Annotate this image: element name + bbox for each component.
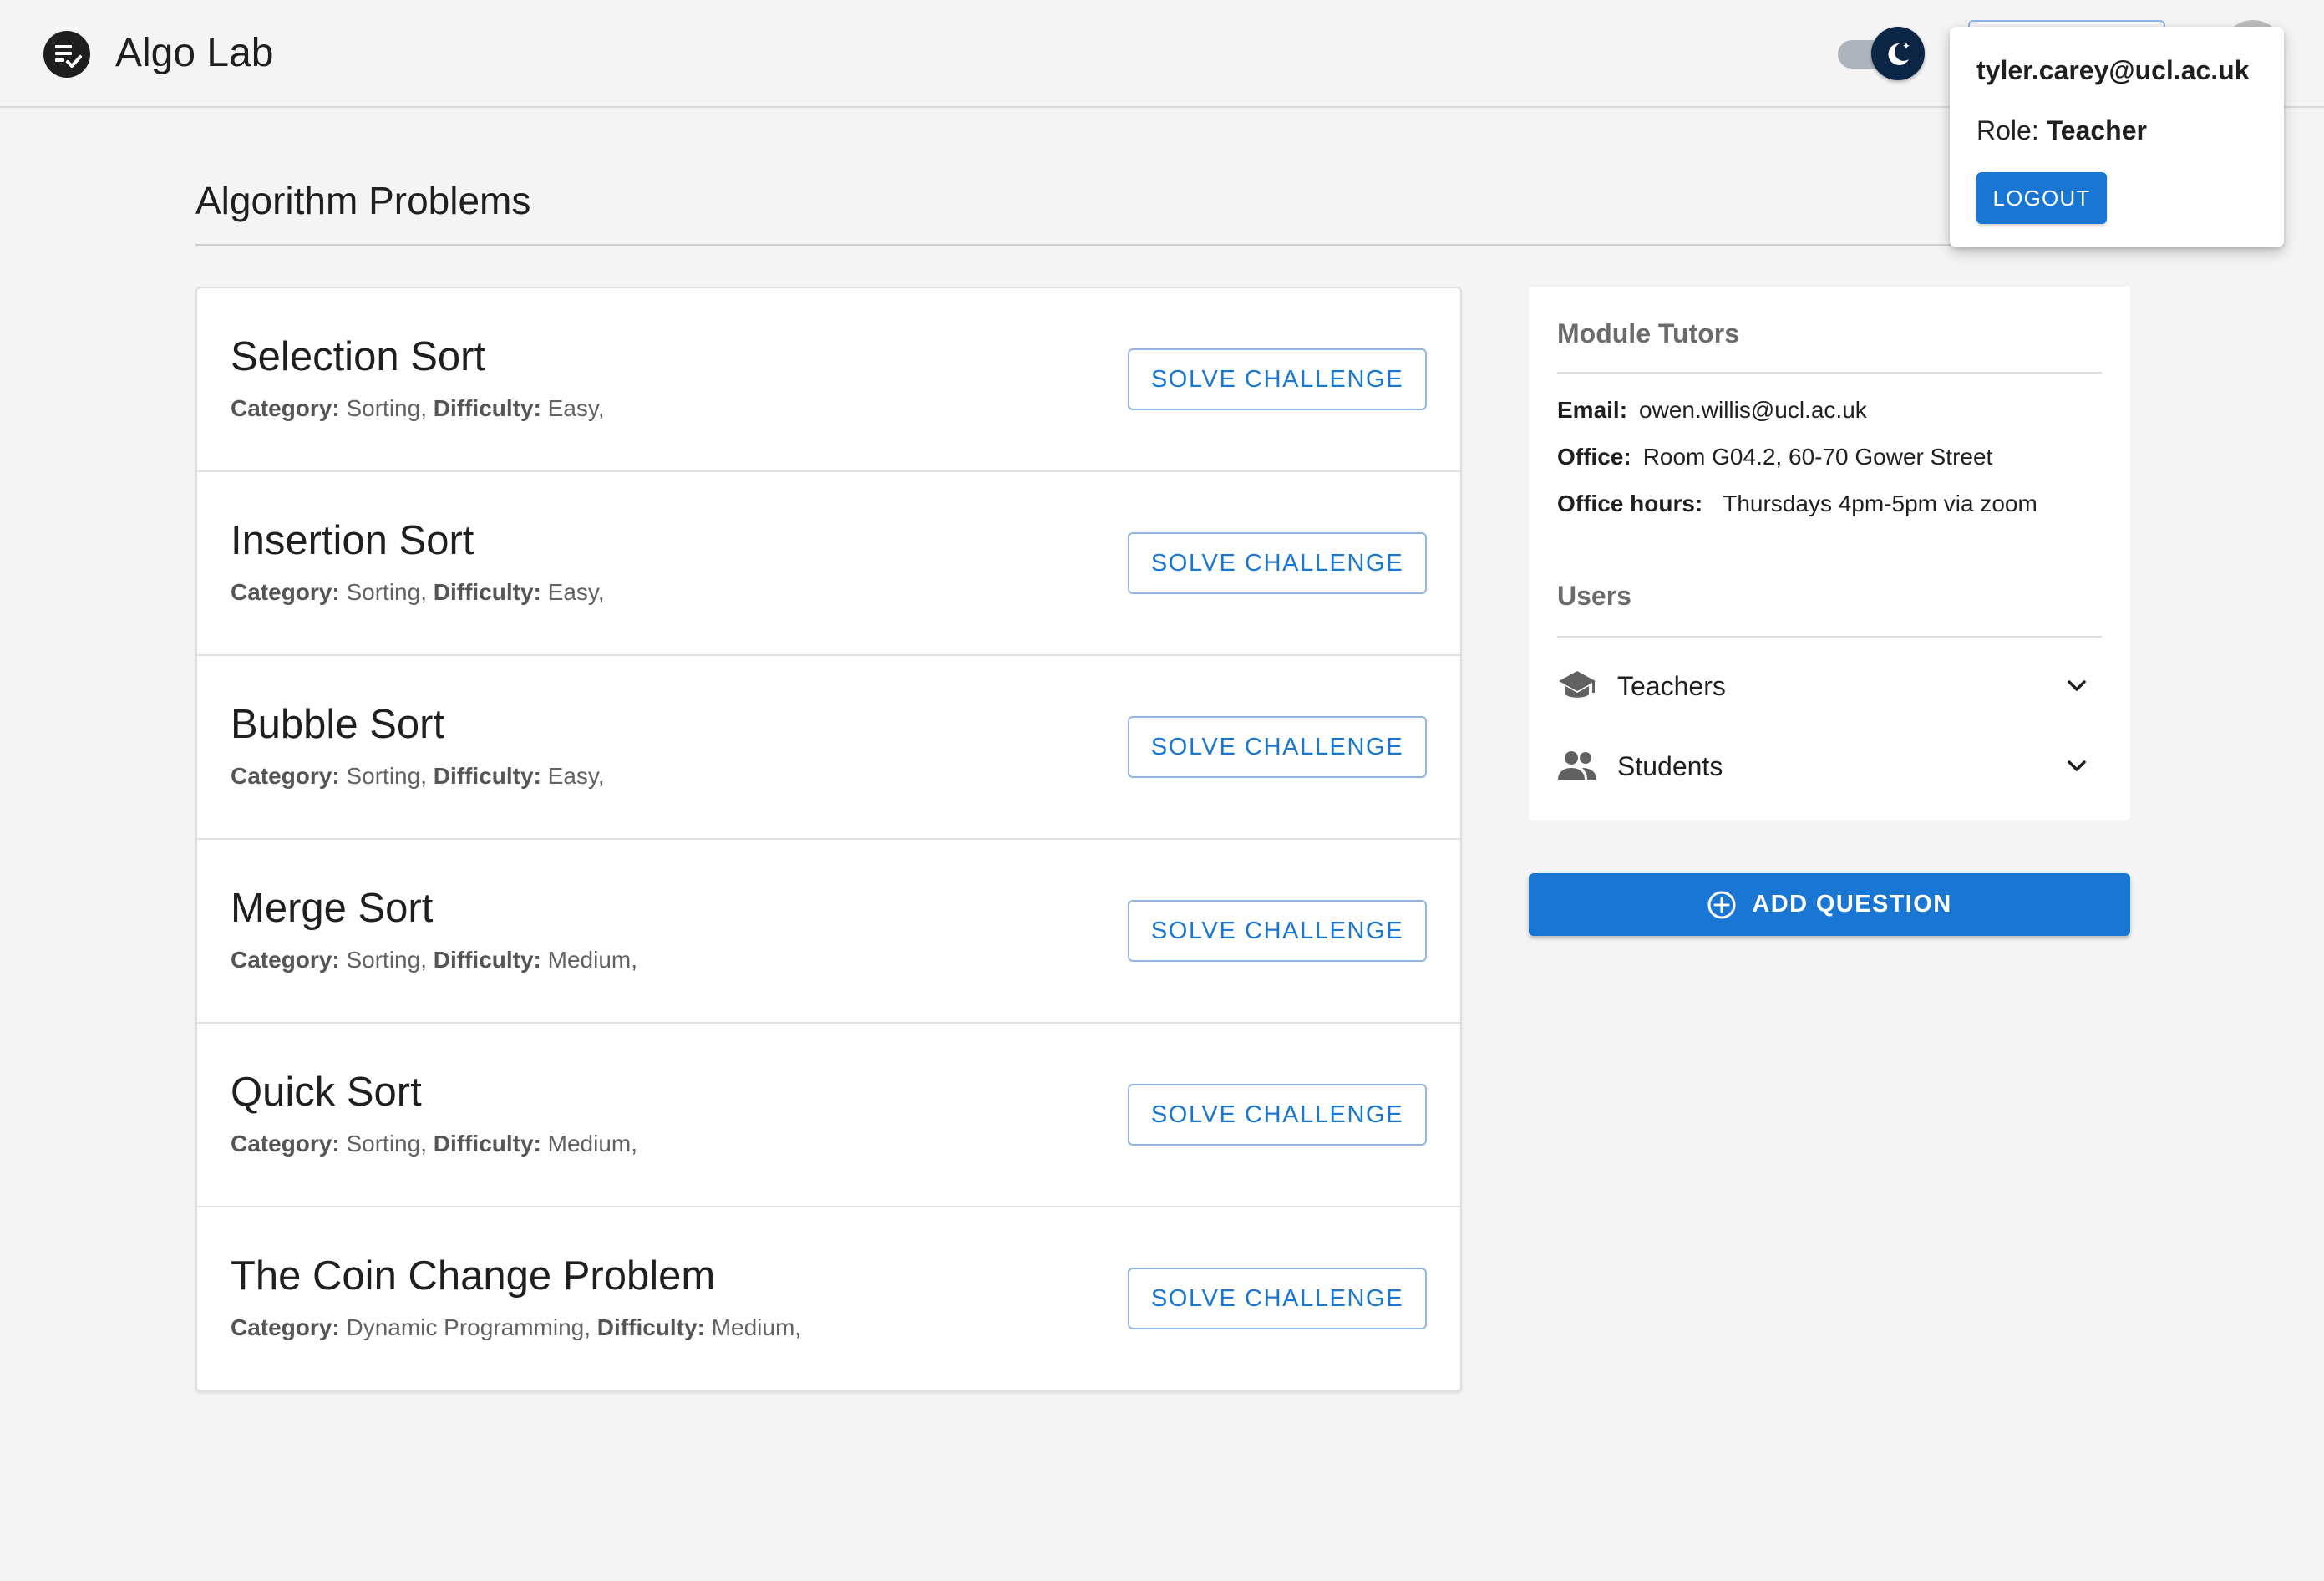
- problem-category: Dynamic Programming: [346, 1314, 585, 1340]
- people-icon: [1558, 751, 1596, 780]
- solve-challenge-button[interactable]: SOLVE CHALLENGE: [1128, 1268, 1427, 1329]
- teachers-label: Teachers: [1617, 671, 1726, 701]
- problem-title: The Coin Change Problem: [231, 1253, 716, 1299]
- problem-title: Insertion Sort: [231, 518, 474, 563]
- app-title: Algo Lab: [115, 31, 274, 75]
- solve-challenge-button[interactable]: SOLVE CHALLENGE: [1128, 1084, 1427, 1146]
- problem-category: Sorting: [346, 763, 421, 789]
- section-divider: [1557, 636, 2102, 638]
- profile-popover: tyler.carey@ucl.ac.uk Role: Teacher LOGO…: [1950, 27, 2284, 247]
- role-label: Role:: [1976, 115, 2039, 145]
- office-label: Office:: [1557, 444, 1631, 470]
- users-group-teachers[interactable]: Teachers: [1557, 656, 2102, 714]
- difficulty-label: Difficulty:: [596, 1314, 705, 1340]
- problem-category: Sorting: [346, 1131, 421, 1157]
- category-label: Category:: [231, 1131, 340, 1157]
- profile-role: Role: Teacher: [1976, 114, 2147, 147]
- users-group-students[interactable]: Students: [1557, 736, 2102, 795]
- checklist-logo-icon: [43, 31, 90, 78]
- problem-title: Selection Sort: [231, 334, 486, 379]
- problem-difficulty: Easy: [547, 395, 598, 421]
- users-title: Users: [1557, 581, 1631, 611]
- problem-meta: Category: Sorting, Difficulty: Medium,: [231, 947, 638, 973]
- title-divider: [195, 244, 2130, 246]
- category-label: Category:: [231, 395, 340, 421]
- category-label: Category:: [231, 1314, 340, 1340]
- add-circle-icon: [1707, 891, 1736, 918]
- logout-button[interactable]: LOGOUT: [1976, 172, 2107, 224]
- problem-row: Merge Sort Category: Sorting, Difficulty…: [197, 840, 1460, 1024]
- difficulty-label: Difficulty:: [433, 763, 541, 789]
- problem-difficulty: Medium: [711, 1314, 795, 1340]
- category-label: Category:: [231, 947, 340, 973]
- dark-mode-toggle[interactable]: [1838, 27, 1925, 80]
- problem-title: Bubble Sort: [231, 702, 445, 747]
- solve-challenge-button[interactable]: SOLVE CHALLENGE: [1128, 716, 1427, 778]
- problem-meta: Category: Sorting, Difficulty: Easy,: [231, 579, 605, 605]
- difficulty-label: Difficulty:: [433, 579, 541, 605]
- email-value: owen.willis@ucl.ac.uk: [1639, 397, 1867, 423]
- students-label: Students: [1617, 751, 1723, 781]
- add-question-button[interactable]: ADD QUESTION: [1529, 873, 2130, 936]
- problem-difficulty: Easy: [547, 763, 598, 789]
- problem-meta: Category: Sorting, Difficulty: Medium,: [231, 1131, 638, 1157]
- tutor-office-hours: Office hours: Thursdays 4pm-5pm via zoom: [1557, 489, 2037, 519]
- difficulty-label: Difficulty:: [433, 1131, 541, 1157]
- role-value: Teacher: [2046, 115, 2147, 145]
- problem-meta: Category: Sorting, Difficulty: Easy,: [231, 763, 605, 789]
- moon-icon: [1871, 27, 1925, 80]
- category-label: Category:: [231, 763, 340, 789]
- problem-title: Quick Sort: [231, 1070, 422, 1115]
- chevron-down-icon: [2068, 680, 2086, 691]
- problem-category: Sorting: [346, 947, 421, 973]
- add-question-label: ADD QUESTION: [1752, 891, 1952, 918]
- problem-difficulty: Medium: [547, 947, 632, 973]
- problem-title: Merge Sort: [231, 886, 434, 931]
- page-title: Algorithm Problems: [195, 179, 531, 222]
- category-label: Category:: [231, 579, 340, 605]
- solve-challenge-button[interactable]: SOLVE CHALLENGE: [1128, 532, 1427, 594]
- difficulty-label: Difficulty:: [433, 947, 541, 973]
- info-panel: Module Tutors Email: owen.willis@ucl.ac.u…: [1529, 287, 2130, 820]
- school-icon: [1559, 671, 1596, 698]
- problem-row: The Coin Change Problem Category: Dynami…: [197, 1207, 1460, 1391]
- office-hours-label: Office hours:: [1557, 491, 1703, 516]
- problem-row: Insertion Sort Category: Sorting, Diffic…: [197, 472, 1460, 656]
- problem-row: Bubble Sort Category: Sorting, Difficult…: [197, 656, 1460, 840]
- chevron-down-icon: [2068, 760, 2086, 771]
- office-value: Room G04.2, 60-70 Gower Street: [1642, 444, 1993, 470]
- problem-category: Sorting: [346, 579, 421, 605]
- office-hours-value: Thursdays 4pm-5pm via zoom: [1723, 491, 2037, 516]
- problem-row: Quick Sort Category: Sorting, Difficulty…: [197, 1024, 1460, 1207]
- section-divider: [1557, 372, 2102, 374]
- tutor-office: Office: Room G04.2, 60-70 Gower Street: [1557, 442, 1992, 472]
- problem-category: Sorting: [346, 395, 421, 421]
- problem-meta: Category: Dynamic Programming, Difficult…: [231, 1314, 802, 1340]
- solve-challenge-button[interactable]: SOLVE CHALLENGE: [1128, 900, 1427, 962]
- problem-difficulty: Medium: [547, 1131, 632, 1157]
- problem-row: Selection Sort Category: Sorting, Diffic…: [197, 288, 1460, 472]
- tutor-email: Email: owen.willis@ucl.ac.uk: [1557, 395, 1867, 425]
- difficulty-label: Difficulty:: [433, 395, 541, 421]
- profile-email: tyler.carey@ucl.ac.uk: [1976, 55, 2250, 85]
- problem-meta: Category: Sorting, Difficulty: Easy,: [231, 395, 605, 421]
- module-tutors-title: Module Tutors: [1557, 318, 1740, 348]
- solve-challenge-button[interactable]: SOLVE CHALLENGE: [1128, 348, 1427, 410]
- problem-list: Selection Sort Category: Sorting, Diffic…: [195, 287, 1462, 1392]
- problem-difficulty: Easy: [547, 579, 598, 605]
- email-label: Email:: [1557, 397, 1628, 423]
